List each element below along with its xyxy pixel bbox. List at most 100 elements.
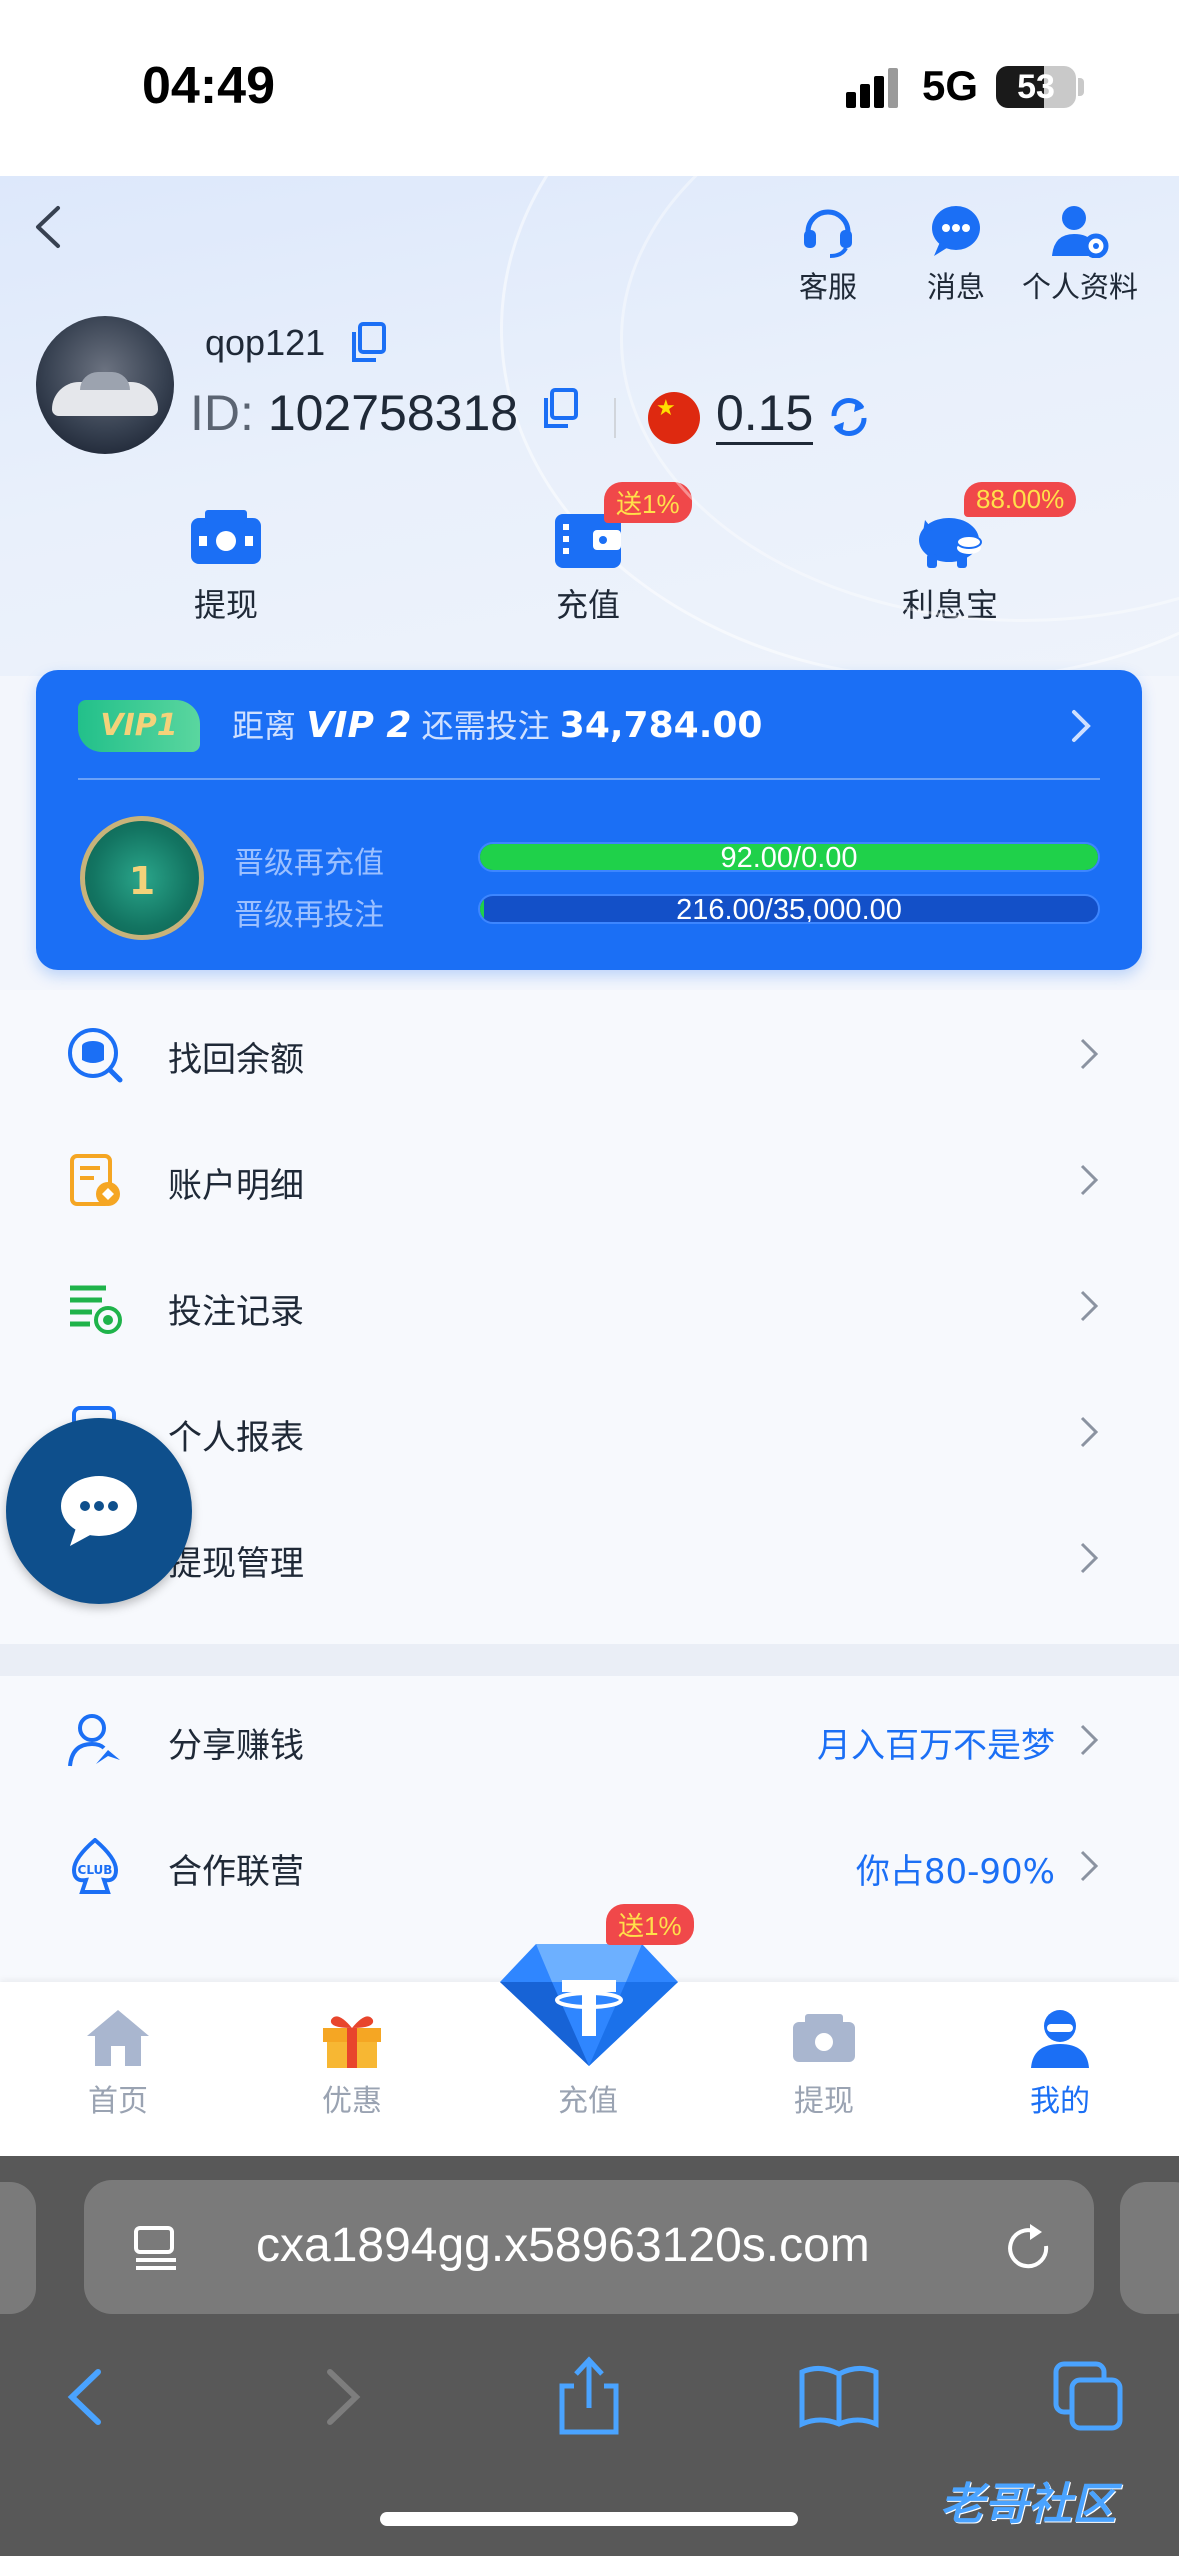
share-user-icon (68, 1714, 120, 1767)
headset-icon (804, 209, 852, 258)
messages-button[interactable]: 消息 (886, 202, 1026, 306)
divider (614, 398, 616, 438)
tab-label: 优惠 (322, 2084, 382, 2119)
menu-item-share-earn[interactable]: 分享赚钱 月入百万不是梦 (0, 1676, 1179, 1802)
address-bar[interactable]: cxa1894gg.x58963120s.com (84, 2180, 1094, 2314)
menu-item-bet-records[interactable]: 投注记录 (0, 1242, 1179, 1368)
balance-value: 0.15 (716, 384, 814, 445)
share-icon[interactable] (544, 2352, 634, 2442)
vip-upgrade-text: 距离 VIP 2 还需投注 34,784.00 (232, 700, 762, 752)
withdraw-quick-label: 提现 (193, 586, 258, 624)
profile-header: 客服 消息 个人资料 qop121 ID: 102758318 ★ 0.15 提… (0, 176, 1179, 676)
previous-tab-edge[interactable] (0, 2182, 36, 2314)
next-tab-edge[interactable] (1120, 2182, 1179, 2314)
menu-item-label: 分享赚钱 (168, 1726, 304, 1766)
customer-service-button[interactable]: 客服 (758, 202, 898, 306)
interest-rate-badge: 88.00% (964, 482, 1077, 517)
refresh-balance-icon[interactable] (826, 394, 872, 440)
chevron-right-icon[interactable] (1066, 706, 1096, 746)
tab-label: 我的 (1030, 2084, 1090, 2119)
browser-back-icon[interactable] (42, 2352, 132, 2442)
page-menu-icon[interactable] (132, 2222, 182, 2272)
divider (78, 778, 1100, 780)
copy-id-icon[interactable] (542, 388, 578, 428)
deposit-quick-button[interactable]: 充值 (488, 506, 688, 626)
interest-quick-button[interactable]: 利息宝 (850, 506, 1050, 626)
menu-item-label: 投注记录 (168, 1292, 304, 1332)
tab-withdraw[interactable]: 提现 (744, 2006, 904, 2120)
profile-settings-button[interactable]: 个人资料 (1010, 202, 1150, 306)
interest-quick-label: 利息宝 (901, 586, 998, 624)
bet-records-icon (70, 1285, 122, 1334)
menu-item-label: 个人报表 (168, 1418, 304, 1458)
menu-item-partnership[interactable]: CLUB 合作联营 你占80-90% (0, 1802, 1179, 1928)
club-spade-icon: CLUB (71, 1838, 119, 1894)
vip-remaining: 34,784.00 (559, 705, 763, 746)
live-chat-button[interactable] (6, 1418, 192, 1604)
home-indicator[interactable] (380, 2512, 798, 2526)
withdraw-icon (191, 510, 261, 564)
vip-medal-icon: 1 (80, 816, 204, 940)
recharge-progress-label: 晋级再充值 (234, 846, 384, 881)
chevron-right-icon (1080, 1542, 1099, 1574)
messages-label: 消息 (926, 270, 985, 304)
vip-next-level: VIP 2 (306, 705, 412, 746)
bet-progress-text: 216.00/35,000.00 (676, 894, 902, 924)
menu-item-promo-text: 你占80-90% (855, 1852, 1055, 1892)
menu-item-label: 账户明细 (168, 1166, 304, 1206)
menu-item-label: 合作联营 (168, 1852, 304, 1892)
withdraw-quick-button[interactable]: 提现 (126, 506, 326, 626)
vip-card[interactable]: VIP1 距离 VIP 2 还需投注 34,784.00 1 晋级再充值 92.… (36, 670, 1142, 970)
menu-item-recover-balance[interactable]: 找回余额 (0, 990, 1179, 1116)
diamond-tether-icon[interactable] (496, 1938, 682, 2068)
deposit-tab-badge: 送1% (606, 1904, 694, 1945)
account-details-icon (70, 1154, 120, 1206)
deposit-quick-label: 充值 (555, 586, 620, 624)
cash-icon (793, 2014, 855, 2062)
vip-prefix: 距离 (232, 707, 297, 745)
tab-mine[interactable]: 我的 (980, 2006, 1140, 2120)
menu-item-label: 提现管理 (168, 1544, 304, 1584)
recharge-progress-bar: 92.00/0.00 (478, 842, 1100, 872)
chevron-right-icon (1080, 1164, 1099, 1196)
cellular-signal-icon (846, 68, 898, 108)
battery-level: 53 (1017, 68, 1055, 106)
menu-item-promo-text: 月入百万不是梦 (817, 1726, 1055, 1766)
chat-bubble-icon (61, 1476, 137, 1546)
avatar[interactable] (36, 316, 174, 454)
tab-promotions[interactable]: 优惠 (272, 2006, 432, 2120)
vip-medal-level: 1 (128, 859, 156, 903)
profile-icon (1031, 2010, 1089, 2068)
back-chevron-icon[interactable] (28, 202, 68, 252)
menu-item-label: 找回余额 (168, 1040, 304, 1080)
deposit-bonus-badge: 送1% (604, 482, 692, 523)
tab-label: 充值 (558, 2084, 618, 2119)
chevron-right-icon (1080, 1416, 1099, 1448)
piggy-bank-icon (919, 518, 982, 568)
copy-username-icon[interactable] (350, 322, 386, 362)
username: qop121 (205, 322, 326, 363)
status-time: 04:49 (142, 57, 275, 115)
reload-icon[interactable] (1002, 2220, 1058, 2276)
tabs-icon[interactable] (1044, 2352, 1134, 2442)
chevron-right-icon (1080, 1850, 1099, 1882)
tab-home[interactable]: 首页 (38, 2006, 198, 2120)
watermark-logo: 老哥社区 (940, 2479, 1116, 2530)
battery-icon: 53 (996, 66, 1076, 108)
url-text: cxa1894gg.x58963120s.com (256, 2219, 870, 2272)
browser-forward-icon[interactable] (296, 2352, 386, 2442)
chevron-right-icon (1080, 1038, 1099, 1070)
network-type: 5G (922, 62, 979, 109)
bookmarks-icon[interactable] (794, 2352, 884, 2442)
china-flag-icon: ★ (648, 392, 700, 444)
vip-middle: 还需投注 (421, 707, 550, 745)
svg-text:CLUB: CLUB (78, 1863, 113, 1877)
tab-label: 提现 (794, 2084, 854, 2119)
user-id-value: 102758318 (267, 385, 519, 441)
bet-progress-bar: 216.00/35,000.00 (478, 894, 1100, 924)
user-id-prefix: ID: (190, 385, 254, 441)
status-bar: 04:49 5G 53 (0, 0, 1179, 176)
user-id: ID: 102758318 (190, 384, 518, 442)
chat-bubble-icon (932, 206, 980, 256)
menu-item-account-details[interactable]: 账户明细 (0, 1116, 1179, 1242)
